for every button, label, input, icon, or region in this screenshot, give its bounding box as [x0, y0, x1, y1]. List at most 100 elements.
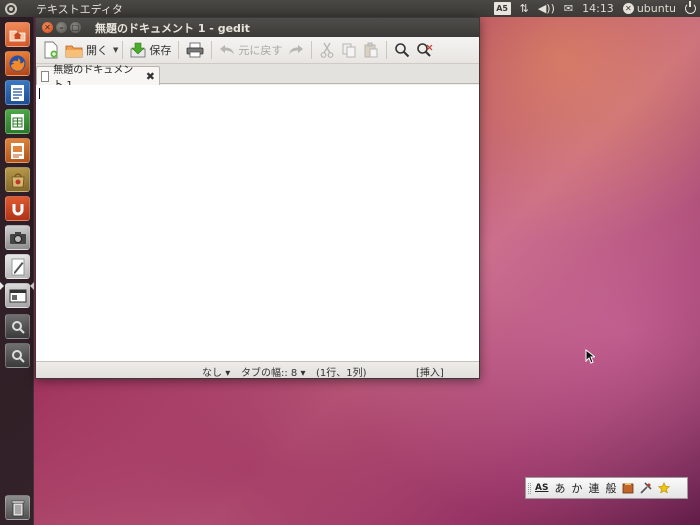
open-button[interactable]: 開く [62, 39, 111, 61]
launcher-firefox[interactable] [5, 51, 30, 76]
launcher-gedit[interactable] [5, 254, 30, 279]
cursor-position: (1行、1列) [316, 368, 367, 379]
launcher-libreoffice-writer[interactable] [5, 80, 30, 105]
input-mode-conversion[interactable]: か [571, 480, 582, 496]
redo-icon [289, 45, 304, 55]
open-folder-icon [65, 45, 83, 57]
launcher-dash[interactable] [5, 343, 30, 368]
tab-untitled-document-1[interactable]: 無題のドキュメント 1 ✖ [36, 65, 160, 91]
input-mode-hiragana[interactable]: あ [554, 480, 565, 496]
input-method-toggle[interactable]: AS [535, 483, 548, 493]
volume-icon[interactable]: ◀)) [538, 2, 555, 15]
tab-width-selector[interactable]: タブの幅:: 8 ▾ [241, 364, 306, 379]
x-circle-icon: ✕ [622, 3, 634, 14]
maximize-window-button[interactable]: □ [70, 22, 81, 33]
star-icon[interactable] [658, 482, 671, 494]
network-icon[interactable]: ⇅ [520, 2, 529, 15]
paste-button[interactable] [360, 39, 382, 61]
window-icon [9, 289, 26, 302]
launcher-software-center[interactable] [5, 167, 30, 192]
toolbar-separator [122, 41, 124, 59]
new-document-icon [44, 41, 58, 59]
firefox-icon [9, 55, 26, 72]
status-bar: なし ▾ タブの幅:: 8 ▾ (1行、1列) [挿入] [36, 361, 479, 379]
drag-handle-icon[interactable] [528, 483, 531, 494]
trash-icon [11, 500, 24, 516]
document-tab-bar: 無題のドキュメント 1 ✖ [36, 64, 479, 91]
active-app-name[interactable]: テキストエディタ [36, 1, 123, 17]
save-icon [130, 42, 146, 58]
chevron-down-icon: ▾ [225, 368, 231, 379]
document-icon [41, 70, 50, 82]
launcher-window[interactable] [5, 283, 30, 308]
ubuntu-one-icon [12, 203, 23, 215]
dash-icon [11, 349, 25, 363]
chevron-down-icon: ▾ [300, 368, 306, 379]
toolbar: 開く ▼ 保存 元に戻す [36, 37, 479, 64]
text-editor-area[interactable] [36, 85, 479, 361]
indicator-area: A5 ⇅ ◀)) ✉ 14:13 ✕ ubuntu [493, 0, 696, 17]
minimize-window-button[interactable]: – [56, 22, 67, 33]
syntax-highlight-value: なし [202, 368, 222, 379]
launcher-workspace-switcher[interactable] [5, 314, 30, 339]
undo-icon [220, 45, 235, 55]
power-icon[interactable] [685, 1, 696, 14]
gedit-window: ✕ – □ 無題のドキュメント 1 - gedit 開く ▼ 保存 元に戻す 無… [35, 17, 480, 379]
home-folder-icon [9, 30, 26, 42]
close-window-button[interactable]: ✕ [42, 22, 53, 33]
insert-mode: [挿入] [416, 368, 444, 379]
toolbar-separator [178, 41, 180, 59]
calc-icon [11, 113, 24, 130]
launcher-libreoffice-impress[interactable] [5, 138, 30, 163]
undo-button-label: 元に戻す [238, 44, 283, 57]
top-panel: テキストエディタ A5 ⇅ ◀)) ✉ 14:13 ✕ ubuntu [0, 0, 700, 17]
save-button[interactable]: 保存 [127, 39, 174, 61]
syntax-highlight-selector[interactable]: なし ▾ [202, 364, 230, 379]
launcher-libreoffice-calc[interactable] [5, 109, 30, 134]
window-titlebar[interactable]: ✕ – □ 無題のドキュメント 1 - gedit [36, 18, 479, 37]
copy-button[interactable] [338, 39, 360, 61]
input-mode-renbunsetsu[interactable]: 連 [588, 480, 599, 496]
workspace-icon [11, 320, 25, 334]
toolbar-separator [311, 41, 313, 59]
toolbar-separator [386, 41, 388, 59]
paste-icon [364, 42, 378, 58]
text-editor-icon [11, 258, 24, 275]
keyboard-indicator-icon[interactable]: A5 [493, 2, 511, 15]
close-tab-icon[interactable]: ✖ [146, 70, 155, 83]
find-replace-icon [417, 43, 433, 57]
launcher-ubuntu-one[interactable] [5, 196, 30, 221]
dictionary-icon[interactable] [622, 482, 634, 494]
mouse-pointer-icon [585, 349, 595, 364]
user-menu[interactable]: ✕ ubuntu [622, 2, 676, 15]
open-recent-dropdown-icon[interactable]: ▼ [113, 46, 118, 54]
undo-button[interactable]: 元に戻す [216, 39, 285, 61]
redo-button[interactable] [285, 39, 307, 61]
toolbar-separator [211, 41, 213, 59]
tools-icon[interactable] [640, 482, 653, 494]
camera-icon [9, 231, 26, 244]
user-name: ubuntu [636, 2, 676, 15]
search-button[interactable] [391, 39, 413, 61]
active-app-indicator [0, 282, 4, 290]
find-replace-button[interactable] [413, 39, 437, 61]
clock[interactable]: 14:13 [582, 2, 614, 15]
print-button[interactable] [183, 39, 207, 61]
mail-icon[interactable]: ✉ [564, 2, 573, 15]
software-center-icon [11, 172, 24, 187]
scissors-icon [320, 42, 334, 58]
search-icon [395, 43, 410, 58]
focused-app-indicator [30, 282, 34, 290]
tab-width-value: タブの幅:: 8 [241, 368, 298, 379]
launcher-trash[interactable] [5, 495, 30, 520]
open-button-label: 開く [86, 44, 108, 57]
save-button-label: 保存 [149, 44, 172, 57]
ubuntu-logo-icon[interactable] [2, 0, 19, 17]
window-controls: ✕ – □ [42, 22, 81, 33]
cut-button[interactable] [316, 39, 338, 61]
launcher-home-folder[interactable] [5, 22, 30, 47]
new-document-button[interactable] [40, 39, 62, 61]
launcher-camera[interactable] [5, 225, 30, 250]
input-mode-general[interactable]: 般 [605, 480, 616, 496]
printer-icon [186, 42, 204, 58]
